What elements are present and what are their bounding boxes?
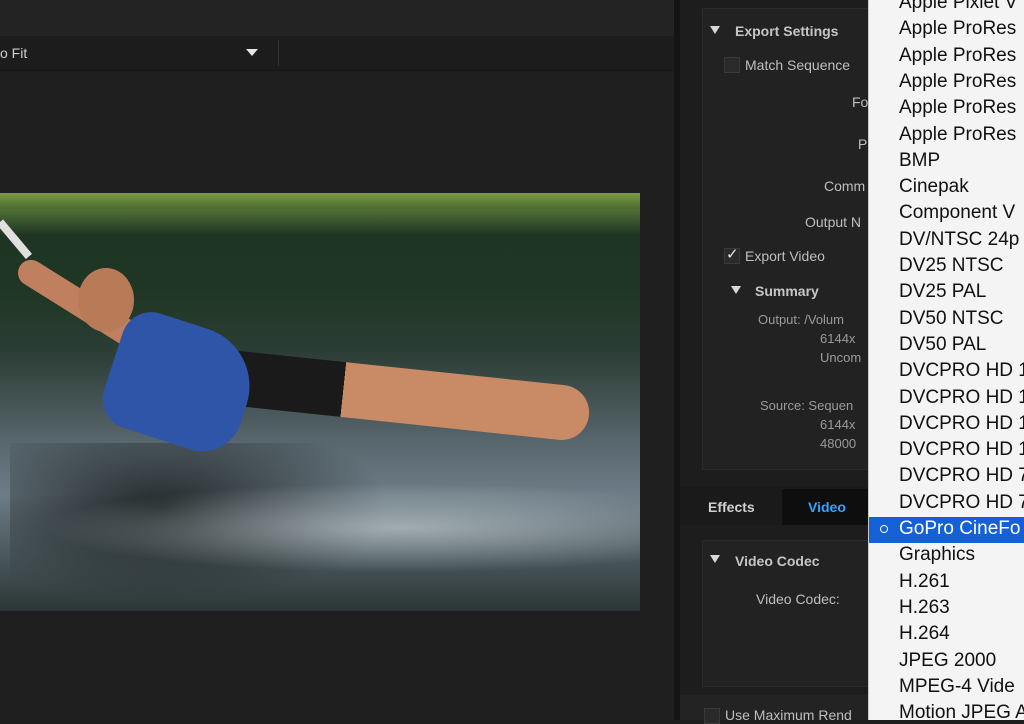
codec-menu-item-label: Cinepak xyxy=(899,176,969,198)
skier-head xyxy=(78,268,134,332)
codec-menu-item[interactable]: DV50 NTSC xyxy=(869,307,1024,333)
codec-menu-item[interactable]: DV25 NTSC xyxy=(869,254,1024,280)
export-settings-title: Export Settings xyxy=(735,23,839,39)
codec-menu-item[interactable]: Apple ProRes xyxy=(869,123,1024,149)
video-codec-label: Video Codec: xyxy=(756,591,840,607)
codec-menu-item[interactable]: DV/NTSC 24p xyxy=(869,228,1024,254)
codec-menu-item[interactable]: DVCPRO HD 1 xyxy=(869,386,1024,412)
codec-menu-item[interactable]: DVCPRO HD 7 xyxy=(869,464,1024,490)
codec-menu-item-label: DV25 NTSC xyxy=(899,255,1004,276)
tab-effects[interactable]: Effects xyxy=(708,499,755,515)
codec-menu-item[interactable]: H.264 xyxy=(869,622,1024,648)
fit-dropdown-label[interactable]: o Fit xyxy=(0,45,27,61)
codec-menu-item-label: DVCPRO HD 1 xyxy=(899,360,1024,382)
codec-menu-item-label: Apple ProRes xyxy=(899,44,1017,66)
video-codec-dropdown-menu[interactable]: Apple Pixlet V Apple ProRes Apple ProRes Ap… xyxy=(868,0,1024,720)
summary-source-line: Source: Sequen xyxy=(760,398,854,413)
source-preview-pane: o Fit xyxy=(0,0,674,720)
video-frame-preview xyxy=(0,193,640,611)
codec-menu-item[interactable]: Graphics xyxy=(869,543,1024,569)
summary-disclosure-icon[interactable] xyxy=(731,286,741,294)
codec-menu-item[interactable]: H.261 xyxy=(869,570,1024,596)
codec-menu-item[interactable]: H.263 xyxy=(869,596,1024,622)
use-max-render-label: Use Maximum Rend xyxy=(725,707,852,723)
codec-menu-item[interactable]: Apple ProRes xyxy=(869,17,1024,43)
codec-menu-item[interactable]: Apple ProRes xyxy=(869,96,1024,122)
codec-menu-item[interactable]: DV50 PAL xyxy=(869,333,1024,359)
codec-menu-item[interactable]: DVCPRO HD 1 xyxy=(869,412,1024,438)
codec-menu-item-label: GoPro CineFo xyxy=(899,518,1021,539)
video-codec-disclosure-icon[interactable] xyxy=(710,555,720,563)
codec-menu-item-label: JPEG 2000 xyxy=(899,649,997,671)
shoreline-grass xyxy=(0,193,640,209)
codec-menu-item-label: Apple Pixlet V xyxy=(899,0,1018,13)
zoom-fit-bar: o Fit xyxy=(0,36,674,71)
codec-menu-item-label: Apple ProRes xyxy=(899,97,1017,119)
codec-menu-item[interactable]: Apple ProRes xyxy=(869,70,1024,96)
codec-menu-item[interactable]: DV25 PAL xyxy=(869,280,1024,306)
codec-menu-item-label: DVCPRO HD 7 xyxy=(899,465,1024,487)
codec-menu-item[interactable]: JPEG 2000 xyxy=(869,649,1024,675)
codec-menu-item[interactable]: DVCPRO HD 1 xyxy=(869,438,1024,464)
codec-menu-item[interactable]: Component V xyxy=(869,201,1024,227)
preset-label: P xyxy=(858,136,868,152)
skier-legs xyxy=(208,348,592,443)
comments-label: Comm xyxy=(824,178,866,194)
water-spray xyxy=(40,483,640,573)
codec-menu-item-label: DVCPRO HD 1 xyxy=(899,386,1024,408)
use-max-render-checkbox[interactable] xyxy=(704,708,720,724)
codec-menu-item[interactable]: Apple Pixlet V xyxy=(869,0,1024,17)
codec-menu-item-label: Apple ProRes xyxy=(899,70,1017,92)
codec-menu-item[interactable]: MPEG-4 Vide xyxy=(869,675,1024,701)
tow-rope-handle xyxy=(0,219,32,260)
codec-menu-item-label: Apple ProRes xyxy=(899,18,1017,40)
codec-menu-item-selected[interactable]: GoPro CineFo xyxy=(869,517,1024,543)
video-codec-title: Video Codec xyxy=(735,553,820,569)
toolbar-divider xyxy=(278,40,279,66)
codec-menu-item-label: MPEG-4 Vide xyxy=(899,675,1015,697)
codec-menu-item[interactable]: Apple ProRes xyxy=(869,44,1024,70)
match-sequence-checkbox[interactable] xyxy=(724,57,740,73)
match-sequence-label: Match Sequence xyxy=(745,57,851,73)
codec-menu-item[interactable]: DVCPRO HD 1 xyxy=(869,359,1024,385)
codec-menu-item-label: Motion JPEG A xyxy=(899,702,1024,720)
summary-output-line: Uncom xyxy=(820,350,862,365)
codec-menu-item-label: DVCPRO HD 1 xyxy=(899,412,1024,434)
codec-menu-item-label: DV/NTSC 24p xyxy=(899,228,1020,250)
codec-menu-item[interactable]: BMP xyxy=(869,149,1024,175)
codec-menu-item-label: DV50 NTSC xyxy=(899,307,1004,329)
summary-output-line: Output: /Volum xyxy=(758,312,844,327)
codec-menu-item[interactable]: Motion JPEG A xyxy=(869,701,1024,720)
summary-title: Summary xyxy=(755,283,819,299)
codec-menu-item[interactable]: Cinepak xyxy=(869,175,1024,201)
codec-menu-item-label: Component V xyxy=(899,202,1016,224)
codec-menu-item-label: Apple ProRes xyxy=(899,123,1017,145)
selected-radio-icon xyxy=(880,525,888,533)
codec-menu-item-label: H.263 xyxy=(899,596,950,618)
codec-menu-item[interactable]: DVCPRO HD 7 xyxy=(869,491,1024,517)
codec-menu-item-label: H.261 xyxy=(899,570,950,592)
summary-output-line: 6144x xyxy=(820,331,856,346)
output-name-label: Output N xyxy=(805,214,862,230)
codec-menu-item-label: Graphics xyxy=(899,544,976,566)
codec-menu-item-label: H.264 xyxy=(899,623,950,645)
export-video-label: Export Video xyxy=(745,248,825,264)
preview-top-strip xyxy=(0,0,674,36)
codec-menu-item-label: DVCPRO HD 7 xyxy=(899,491,1024,513)
export-settings-disclosure-icon[interactable] xyxy=(710,26,720,34)
fit-dropdown-arrow-icon[interactable] xyxy=(246,49,258,56)
tab-video[interactable]: Video xyxy=(808,499,846,515)
codec-menu-item-label: DV50 PAL xyxy=(899,333,987,355)
checkmark-icon: ✓ xyxy=(726,246,739,263)
summary-source-line: 6144x xyxy=(820,417,856,432)
codec-menu-item-label: DV25 PAL xyxy=(899,281,987,303)
format-label: Fo xyxy=(852,94,869,110)
summary-source-line: 48000 xyxy=(820,436,857,451)
codec-menu-item-label: BMP xyxy=(899,149,941,171)
codec-menu-item-label: DVCPRO HD 1 xyxy=(899,439,1024,461)
